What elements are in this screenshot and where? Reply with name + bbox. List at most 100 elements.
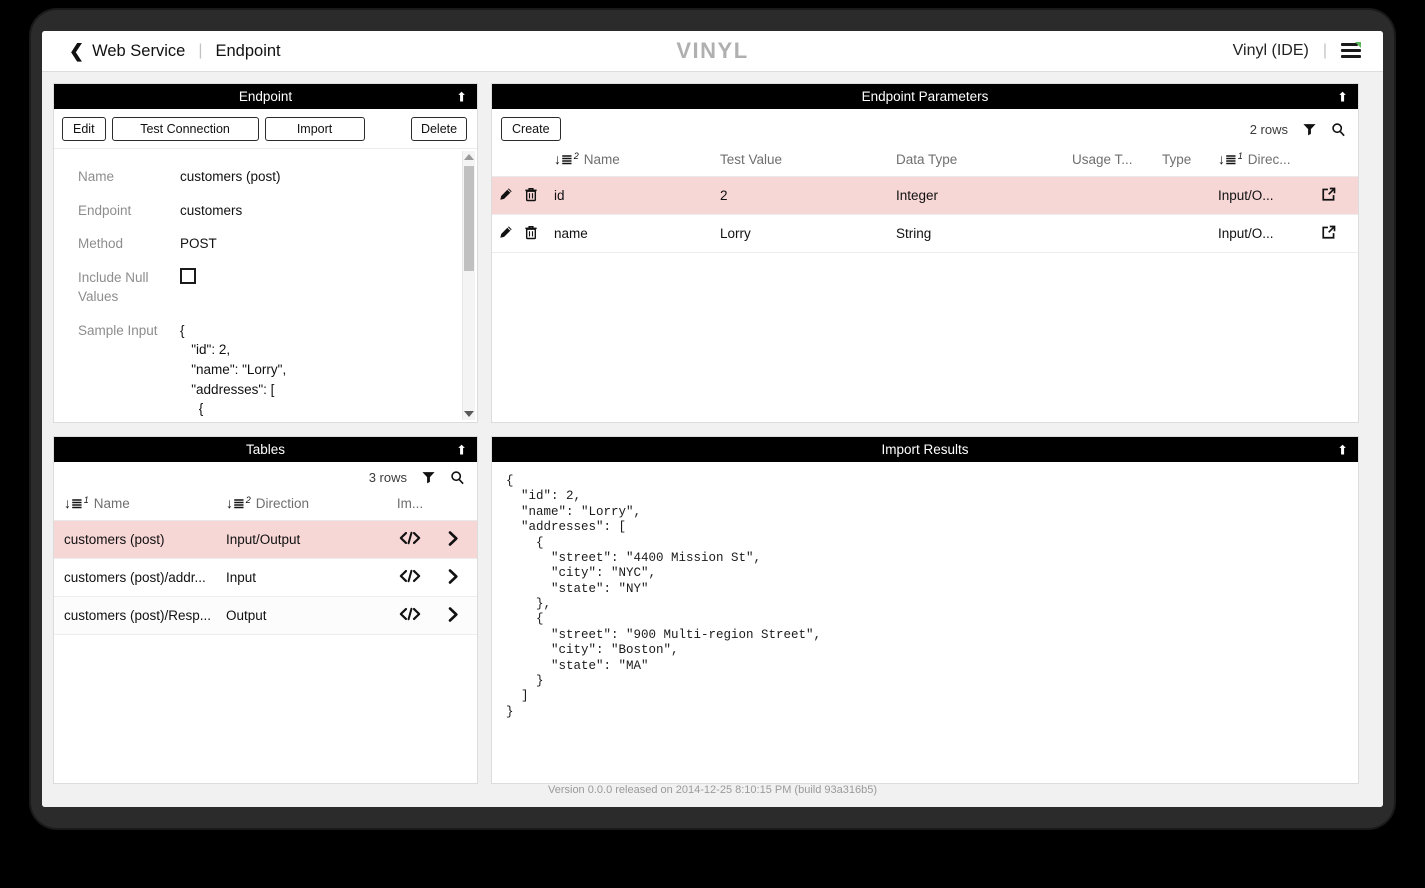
parameters-column-type[interactable]: Type [1162, 152, 1218, 167]
pin-up-icon[interactable]: ⬆ [1337, 443, 1348, 456]
sort-indicator-icon: ↓≣2 [226, 496, 251, 510]
pin-up-icon[interactable]: ⬆ [1337, 90, 1348, 103]
left-column: Endpoint ⬆ Edit Test Connection Import D… [53, 83, 478, 784]
top-bar-separator: | [1323, 42, 1327, 60]
delete-button[interactable]: Delete [411, 117, 467, 141]
filter-funnel-icon[interactable] [1302, 122, 1317, 137]
tables-grid-body: customers (post) Input/Output [54, 521, 477, 783]
edit-pencil-icon[interactable] [492, 225, 518, 243]
chevron-right-icon[interactable] [436, 531, 470, 549]
parameter-row-data-type: String [896, 226, 1072, 241]
field-row-include-null-values: Include Null Values [78, 268, 447, 307]
field-label-include-null-values: Include Null Values [78, 268, 180, 307]
device-bezel: ❮ Web Service | Endpoint VINYL Vinyl (ID… [31, 10, 1394, 828]
app-screen: ❮ Web Service | Endpoint VINYL Vinyl (ID… [42, 31, 1383, 807]
table-row[interactable]: customers (post) Input/Output [54, 521, 477, 559]
tables-row-count: 3 rows [369, 470, 407, 485]
top-bar-right-group: Vinyl (IDE) | [1233, 42, 1361, 60]
ide-label: Vinyl (IDE) [1233, 42, 1309, 60]
tables-column-direction-label: Direction [256, 496, 309, 511]
sort-indicator-icon: ↓≣1 [1218, 152, 1243, 166]
chevron-right-icon[interactable] [436, 607, 470, 625]
chevron-left-icon: ❮ [69, 42, 84, 60]
table-row-name: customers (post)/addr... [54, 570, 226, 585]
version-text: Version 0.0.0 released on 2014-12-25 8:1… [548, 784, 877, 796]
search-icon[interactable] [450, 470, 465, 485]
parameters-column-direction[interactable]: ↓≣1 Direc... [1218, 152, 1310, 167]
tables-column-name-label: Name [94, 496, 130, 511]
endpoint-panel: Endpoint ⬆ Edit Test Connection Import D… [53, 83, 478, 423]
tables-column-direction[interactable]: ↓≣2 Direction [226, 496, 384, 511]
table-row-direction: Input/Output [226, 532, 384, 547]
code-brackets-icon[interactable] [384, 531, 436, 548]
external-link-icon[interactable] [1310, 187, 1346, 205]
delete-trash-icon[interactable] [518, 187, 544, 205]
breadcrumb-back-link[interactable]: ❮ Web Service [69, 42, 185, 61]
table-row-direction: Input [226, 570, 384, 585]
test-connection-button[interactable]: Test Connection [112, 117, 259, 141]
import-button[interactable]: Import [265, 117, 365, 141]
import-results-header: Import Results ⬆ [492, 437, 1358, 462]
tables-toolbar-right: 3 rows [369, 470, 465, 485]
tables-grid-header: ↓≣1 Name ↓≣2 Direction Im... [54, 491, 477, 521]
field-label-endpoint: Endpoint [78, 201, 180, 221]
parameters-row-count: 2 rows [1250, 122, 1288, 137]
parameter-row-data-type: Integer [896, 188, 1072, 203]
import-results-body: { "id": 2, "name": "Lorry", "addresses":… [492, 462, 1358, 783]
table-row[interactable]: customers (post)/Resp... Output [54, 597, 477, 635]
parameters-toolbar: Create 2 rows [492, 109, 1358, 147]
endpoint-action-buttons: Edit Test Connection Import Delete [54, 109, 477, 148]
endpoint-form: Name customers (post) Endpoint customers… [54, 149, 477, 422]
tables-toolbar: 3 rows [54, 462, 477, 491]
edit-pencil-icon[interactable] [492, 187, 518, 205]
delete-trash-icon[interactable] [518, 225, 544, 243]
field-label-method: Method [78, 234, 180, 254]
table-row[interactable]: name Lorry String Input/O... [492, 215, 1358, 253]
pin-up-icon[interactable]: ⬆ [456, 90, 467, 103]
field-value-endpoint: customers [180, 201, 242, 221]
scroll-up-arrow-icon[interactable] [464, 154, 474, 160]
sort-order-number: 1 [84, 496, 89, 505]
table-row[interactable]: customers (post)/addr... Input [54, 559, 477, 597]
field-value-name: customers (post) [180, 167, 281, 187]
code-brackets-icon[interactable] [384, 569, 436, 586]
code-brackets-icon[interactable] [384, 607, 436, 624]
field-row-method: Method POST [78, 234, 447, 254]
include-null-values-checkbox[interactable] [180, 268, 196, 284]
tables-panel-header: Tables ⬆ [54, 437, 477, 462]
pin-up-icon[interactable]: ⬆ [456, 443, 467, 456]
endpoint-form-scrollbar[interactable] [462, 151, 475, 420]
tables-column-import[interactable]: Im... [384, 496, 436, 511]
breadcrumb-separator: | [198, 42, 202, 60]
field-value-sample-input: { "id": 2, "name": "Lorry", "addresses":… [180, 321, 367, 422]
chevron-right-icon[interactable] [436, 569, 470, 587]
breadcrumb-parent-label: Web Service [92, 42, 185, 61]
filter-funnel-icon[interactable] [421, 470, 436, 485]
parameters-column-name-label: Name [584, 152, 620, 167]
parameters-column-usage-type[interactable]: Usage T... [1072, 152, 1162, 167]
parameters-column-direction-label: Direc... [1248, 152, 1291, 167]
parameters-grid-header: ↓≣2 Name Test Value Data Type Usage T...… [492, 147, 1358, 177]
parameter-row-direction: Input/O... [1218, 188, 1310, 203]
tables-panel-title: Tables [246, 442, 285, 457]
edit-button[interactable]: Edit [62, 117, 106, 141]
search-icon[interactable] [1331, 122, 1346, 137]
hamburger-menu-icon[interactable] [1341, 43, 1361, 60]
parameters-column-data-type[interactable]: Data Type [896, 152, 1072, 167]
create-button[interactable]: Create [501, 117, 561, 141]
tables-column-name[interactable]: ↓≣1 Name [54, 496, 226, 511]
parameter-row-name: id [544, 188, 720, 203]
scrollbar-thumb[interactable] [464, 166, 474, 271]
parameters-column-name[interactable]: ↓≣2 Name [544, 152, 720, 167]
scroll-down-arrow-icon[interactable] [464, 411, 474, 417]
import-results-json: { "id": 2, "name": "Lorry", "addresses":… [506, 474, 1344, 720]
external-link-icon[interactable] [1310, 225, 1346, 243]
table-row[interactable]: id 2 Integer Input/O... [492, 177, 1358, 215]
app-footer: Version 0.0.0 released on 2014-12-25 8:1… [42, 784, 1383, 807]
parameters-column-test-value[interactable]: Test Value [720, 152, 896, 167]
endpoint-parameters-panel: Endpoint Parameters ⬆ Create 2 rows [491, 83, 1359, 423]
field-row-sample-input: Sample Input { "id": 2, "name": "Lorry",… [78, 321, 447, 422]
field-label-name: Name [78, 167, 180, 187]
workspace: Endpoint ⬆ Edit Test Connection Import D… [42, 72, 1383, 784]
parameter-row-test-value: 2 [720, 188, 896, 203]
